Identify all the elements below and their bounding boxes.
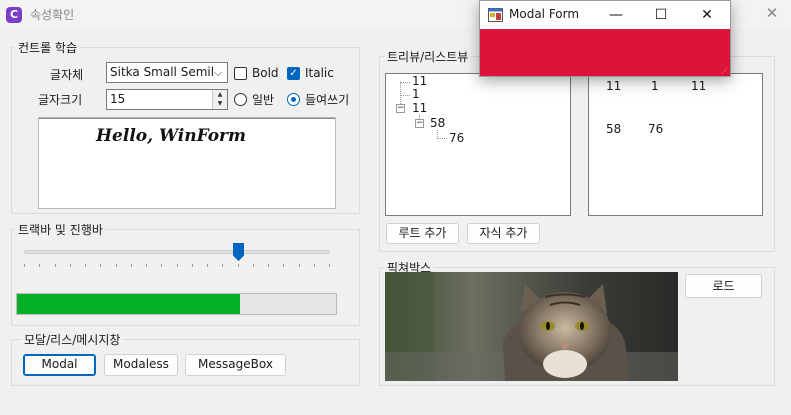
list-item[interactable]: 58 — [606, 122, 621, 136]
size-numeric-input[interactable]: 15 ▲ ▼ — [106, 89, 228, 110]
form-icon — [488, 8, 503, 22]
track-group-legend: 트랙바 및 진행바 — [15, 221, 106, 238]
load-button[interactable]: 로드 — [685, 274, 762, 298]
trackbar-tick — [283, 264, 284, 267]
font-combobox[interactable]: Sitka Small Semil ⌵ — [106, 62, 228, 83]
trackbar-tick — [192, 264, 193, 267]
add-root-button[interactable]: 루트 추가 — [386, 223, 459, 244]
spin-down-icon[interactable]: ▼ — [212, 99, 227, 109]
tree-line — [400, 82, 410, 83]
close-button[interactable]: ✕ — [762, 3, 782, 23]
progress-bar — [16, 293, 337, 315]
tree-line — [400, 95, 410, 96]
controls-group-legend: 컨트롤 학습 — [15, 39, 81, 56]
list-item[interactable]: 11 — [691, 79, 706, 93]
preview-text: Hello, WinForm — [96, 126, 247, 146]
font-combobox-value: Sitka Small Semil — [110, 65, 215, 79]
messagebox-button[interactable]: MessageBox — [185, 354, 286, 376]
font-label: 글자체 — [50, 68, 84, 82]
modaless-button[interactable]: Modaless — [104, 354, 178, 376]
trackbar-tick — [24, 264, 25, 267]
app-icon: C — [6, 7, 22, 23]
radio-indent-label[interactable]: 들여쓰기 — [305, 91, 349, 108]
trackbar-tick — [39, 264, 40, 267]
tree-view[interactable]: 11 1 − 11 − 58 76 — [385, 73, 571, 216]
radio-normal[interactable] — [234, 93, 247, 106]
window-title: 속성확인 — [30, 8, 75, 22]
tree-node[interactable]: 11 — [412, 101, 427, 115]
preview-panel: Hello, WinForm — [38, 117, 336, 209]
trackbar-tick — [100, 264, 101, 267]
trackbar-tick — [222, 264, 223, 267]
add-child-button[interactable]: 자식 추가 — [467, 223, 540, 244]
tree-line — [437, 138, 447, 139]
radio-indent[interactable] — [287, 93, 300, 106]
tree-group-legend: 트리뷰/리스트뷰 — [384, 48, 472, 65]
size-value: 15 — [110, 92, 126, 106]
trackbar-tick — [268, 264, 269, 267]
trackbar-ticks — [24, 264, 330, 268]
tree-node[interactable]: 76 — [449, 131, 464, 145]
collapse-icon[interactable]: − — [396, 104, 405, 113]
list-item[interactable]: 1 — [651, 79, 659, 93]
modal-group-legend: 모달/리스/메시지창 — [21, 331, 124, 348]
trackbar-tick — [299, 264, 300, 267]
modal-body: ⋰ — [480, 29, 730, 76]
collapse-icon[interactable]: − — [415, 119, 424, 128]
list-view[interactable]: 11 1 11 58 76 — [588, 73, 763, 216]
bold-label[interactable]: Bold — [252, 66, 279, 80]
spin-up-icon[interactable]: ▲ — [212, 90, 227, 99]
trackbar-tick — [55, 264, 56, 267]
trackbar-tick — [131, 264, 132, 267]
trackbar-tick — [207, 264, 208, 267]
progress-fill — [17, 294, 241, 314]
chevron-down-icon[interactable]: ⌵ — [211, 63, 225, 82]
list-item[interactable]: 76 — [648, 122, 663, 136]
tree-node[interactable]: 11 — [412, 74, 427, 88]
size-label: 글자크기 — [38, 93, 83, 107]
cat-image — [385, 272, 678, 381]
trackbar-tick — [70, 264, 71, 267]
bold-checkbox[interactable] — [234, 67, 247, 80]
modal-button[interactable]: Modal — [23, 354, 96, 376]
trackbar-tick — [116, 264, 117, 267]
trackbar-tick — [85, 264, 86, 267]
trackbar-tick — [146, 264, 147, 267]
modal-close-button[interactable]: ✕ — [687, 1, 727, 29]
picture-box — [385, 272, 678, 381]
italic-checkbox[interactable]: ✓ — [287, 67, 300, 80]
modal-form-window[interactable]: Modal Form — ☐ ✕ ⋰ — [479, 0, 731, 77]
trackbar-tick — [161, 264, 162, 267]
resize-grip-icon[interactable]: ⋰ — [721, 67, 728, 75]
trackbar-tick — [177, 264, 178, 267]
trackbar-tick — [253, 264, 254, 267]
tree-node[interactable]: 1 — [412, 87, 420, 101]
maximize-button[interactable]: ☐ — [641, 1, 681, 29]
trackbar-tick — [238, 264, 239, 267]
tree-node[interactable]: 58 — [430, 116, 445, 130]
trackbar-tick — [314, 264, 315, 267]
italic-label[interactable]: Italic — [305, 66, 334, 80]
trackbar-tick — [329, 264, 330, 267]
modal-title-bar[interactable]: Modal Form — ☐ ✕ — [480, 1, 730, 29]
modal-title: Modal Form — [509, 7, 580, 21]
minimize-button[interactable]: — — [596, 1, 636, 29]
radio-normal-label[interactable]: 일반 — [252, 91, 274, 108]
trackbar-track[interactable] — [24, 250, 330, 254]
list-item[interactable]: 11 — [606, 79, 621, 93]
